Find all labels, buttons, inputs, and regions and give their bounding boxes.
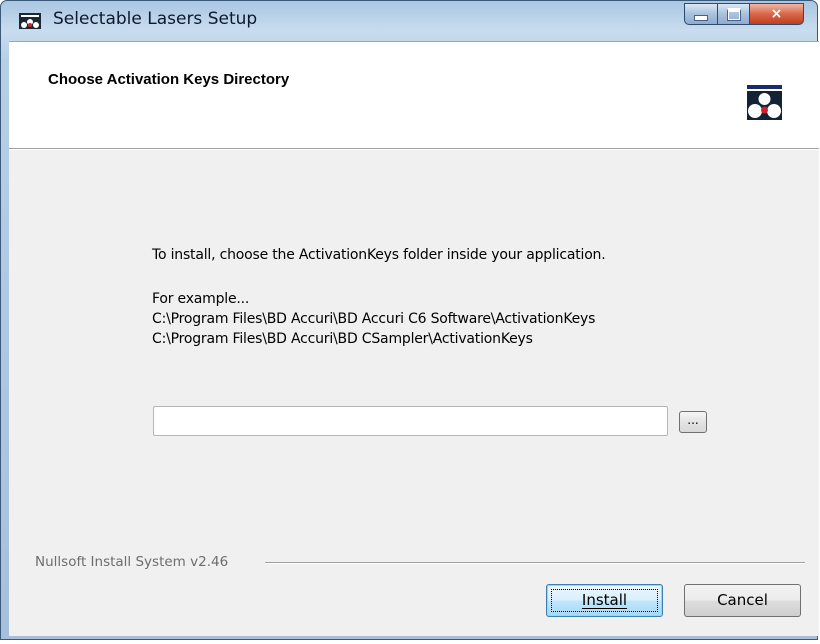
title-bar[interactable]: Selectable Lasers Setup × [1, 1, 819, 41]
example-path-csampler: C:\Program Files\BD Accuri\BD CSampler\A… [152, 331, 533, 347]
maximize-button[interactable] [718, 3, 750, 25]
window-title: Selectable Lasers Setup [53, 9, 258, 29]
example-label: For example... [152, 291, 250, 307]
install-button-label: Install [581, 591, 628, 609]
dialog-client-area: Choose Activation Keys Directory To inst… [9, 41, 819, 636]
branding-divider [265, 562, 805, 564]
close-button[interactable]: × [750, 3, 804, 25]
header-divider [9, 149, 819, 150]
caption-buttons: × [684, 3, 804, 25]
install-button[interactable]: Install [546, 584, 663, 617]
minimize-icon [694, 15, 708, 21]
nsis-branding-text: Nullsoft Install System v2.46 [35, 554, 229, 570]
laser-logo-icon [747, 82, 782, 120]
example-path-c6: C:\Program Files\BD Accuri\BD Accuri C6 … [152, 311, 596, 327]
page-title: Choose Activation Keys Directory [48, 71, 290, 88]
app-icon [19, 13, 41, 29]
directory-input[interactable] [153, 406, 668, 436]
page-header: Choose Activation Keys Directory [9, 42, 819, 149]
cancel-button[interactable]: Cancel [684, 584, 801, 617]
window-frame: Selectable Lasers Setup × Choose Activat… [0, 0, 819, 640]
minimize-button[interactable] [684, 3, 718, 25]
cancel-button-label: Cancel [717, 591, 768, 609]
maximize-icon [726, 7, 741, 21]
browse-button[interactable]: ... [679, 411, 707, 433]
close-icon: × [770, 6, 783, 22]
instruction-text: To install, choose the ActivationKeys fo… [152, 247, 606, 263]
